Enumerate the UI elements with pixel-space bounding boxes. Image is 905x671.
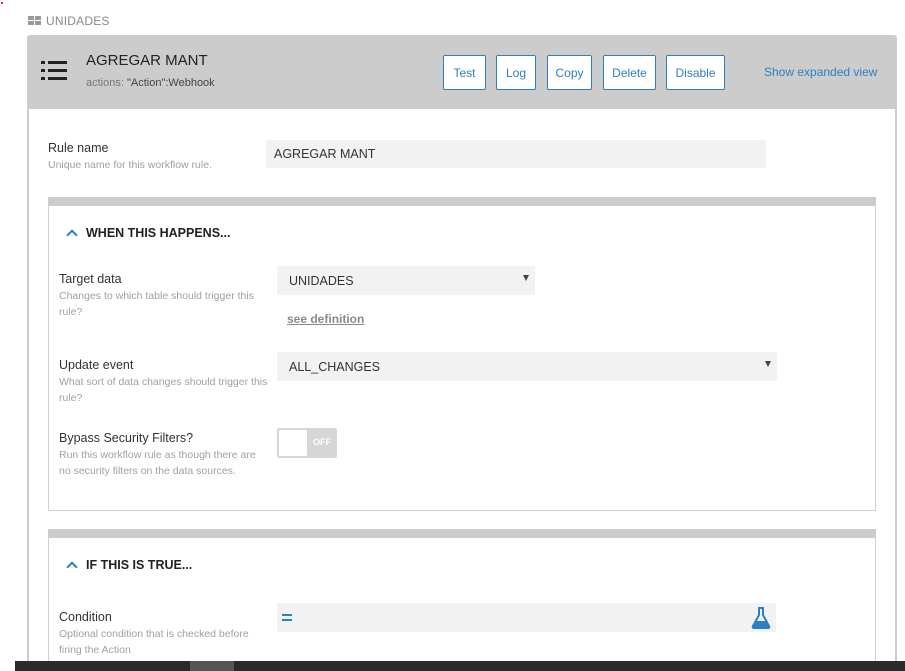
rule-name-input[interactable]	[266, 140, 766, 168]
see-definition-link[interactable]: see definition	[287, 312, 364, 326]
taskbar-active-item[interactable]	[190, 661, 234, 671]
list-icon	[41, 59, 67, 81]
if-section-header[interactable]: IF THIS IS TRUE...	[66, 558, 193, 573]
bypass-toggle[interactable]: OFF	[277, 428, 337, 458]
subtitle-action: "Action":Webhook	[126, 77, 215, 89]
equals-icon	[282, 614, 292, 621]
dropdown-caret-icon	[523, 275, 529, 281]
dropdown-caret-icon	[765, 361, 771, 367]
table-grid-icon	[28, 16, 41, 26]
subtitle-prefix: actions:	[86, 77, 127, 89]
toggle-knob	[279, 430, 307, 456]
toggle-state: OFF	[313, 437, 331, 447]
target-data-value: UNIDADES	[289, 273, 354, 288]
condition-help: Optional condition that is checked befor…	[59, 628, 249, 656]
breadcrumb[interactable]: UNIDADES	[28, 14, 110, 28]
target-data-select[interactable]: UNIDADES	[277, 266, 535, 295]
disable-button[interactable]: Disable	[666, 55, 725, 90]
rule-header: AGREGAR MANT actions: "Action":Webhook T…	[27, 35, 897, 109]
condition-label: Condition	[59, 610, 112, 624]
test-button[interactable]: Test	[443, 55, 486, 90]
workflow-rule-card: AGREGAR MANT actions: "Action":Webhook T…	[27, 35, 897, 671]
delete-button[interactable]: Delete	[603, 55, 656, 90]
taskbar	[15, 661, 905, 671]
copy-button[interactable]: Copy	[547, 55, 592, 90]
chevron-up-icon	[66, 561, 78, 573]
target-data-label: Target data	[59, 272, 122, 286]
if-section: IF THIS IS TRUE... Condition Optional co…	[48, 529, 876, 671]
condition-input[interactable]	[277, 603, 776, 632]
chevron-up-icon	[66, 229, 78, 241]
bypass-help: Run this workflow rule as though there a…	[59, 449, 256, 477]
when-section: WHEN THIS HAPPENS... Target data Changes…	[48, 197, 876, 511]
rule-title: AGREGAR MANT	[86, 52, 208, 69]
log-button[interactable]: Log	[496, 55, 536, 90]
corner-marker	[1, 2, 3, 4]
rule-subtitle: actions: "Action":Webhook	[86, 77, 215, 89]
bypass-label: Bypass Security Filters?	[59, 431, 194, 445]
if-section-title: IF THIS IS TRUE...	[86, 558, 193, 572]
update-event-select[interactable]: ALL_CHANGES	[277, 352, 777, 381]
target-data-help: Changes to which table should trigger th…	[59, 290, 254, 318]
update-event-value: ALL_CHANGES	[289, 359, 381, 374]
when-section-header[interactable]: WHEN THIS HAPPENS...	[66, 226, 231, 241]
rule-name-label: Rule name	[48, 141, 109, 155]
update-event-label: Update event	[59, 358, 134, 372]
show-expanded-view-link[interactable]: Show expanded view	[764, 65, 877, 79]
when-section-title: WHEN THIS HAPPENS...	[86, 226, 231, 240]
rule-body: Rule name Unique name for this workflow …	[29, 109, 895, 671]
flask-test-icon[interactable]	[750, 605, 772, 630]
update-event-help: What sort of data changes should trigger…	[59, 376, 268, 404]
breadcrumb-label: UNIDADES	[46, 14, 110, 28]
rule-name-help: Unique name for this workflow rule.	[48, 159, 212, 171]
